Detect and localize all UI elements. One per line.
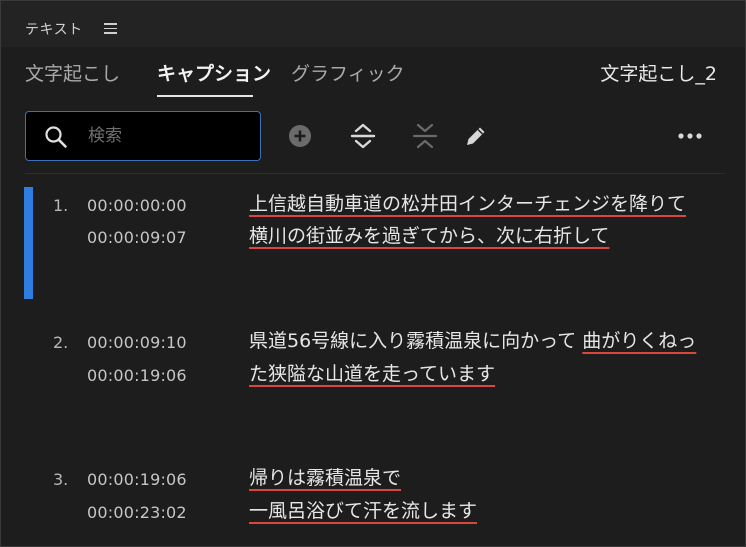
- search-box[interactable]: [25, 111, 261, 161]
- transcript-name[interactable]: 文字起こし_2: [600, 59, 717, 86]
- caption-text-line[interactable]: 帰りは霧積温泉で: [249, 465, 401, 491]
- split-caption-icon[interactable]: [411, 121, 439, 151]
- caption-end-time[interactable]: 00:00:19:06: [87, 366, 187, 385]
- caption-number: 2.: [53, 333, 69, 352]
- caption-text-line[interactable]: た狭隘な山道を走っています: [249, 361, 495, 387]
- edit-icon[interactable]: [463, 123, 489, 149]
- caption-number: 3.: [53, 470, 69, 489]
- caption-start-time[interactable]: 00:00:19:06: [87, 470, 187, 489]
- tab-captions[interactable]: キャプション: [157, 59, 271, 86]
- add-caption-icon[interactable]: [288, 124, 312, 148]
- more-options-icon[interactable]: [677, 129, 703, 143]
- caption-text-line[interactable]: 一風呂浴びて汗を流します: [249, 498, 477, 524]
- caption-text-segment: 県道56号線に入り霧積温泉に向かって: [249, 330, 583, 352]
- caption-number: 1.: [53, 196, 69, 215]
- merge-captions-icon[interactable]: [349, 121, 377, 151]
- tab-transcript[interactable]: 文字起こし: [25, 59, 120, 86]
- caption-text-line[interactable]: 県道56号線に入り霧積温泉に向かって 曲がりくねっ: [249, 328, 696, 354]
- search-input[interactable]: [88, 112, 252, 159]
- caption-start-time[interactable]: 00:00:00:00: [87, 196, 187, 215]
- hamburger-menu-icon[interactable]: [104, 23, 117, 34]
- caption-text-segment-underlined: 曲がりくねっ: [582, 330, 697, 352]
- caption-end-time[interactable]: 00:00:23:02: [87, 503, 187, 522]
- caption-end-time[interactable]: 00:00:09:07: [87, 228, 187, 247]
- search-icon: [45, 126, 67, 148]
- toolbar-divider: [25, 173, 725, 174]
- caption-text-line[interactable]: 上信越自動車道の松井田インターチェンジを降りて: [249, 191, 686, 217]
- active-tab-underline: [157, 95, 253, 97]
- text-panel: テキスト 文字起こし キャプション グラフィック 文字起こし_2 検索 1. 0…: [0, 0, 746, 547]
- panel-header: テキスト: [1, 1, 745, 47]
- tab-graphics[interactable]: グラフィック: [291, 59, 405, 86]
- panel-title: テキスト: [25, 22, 83, 38]
- caption-start-time[interactable]: 00:00:09:10: [87, 333, 187, 352]
- caption-text-line[interactable]: 横川の街並みを過ぎてから、次に右折して: [249, 223, 609, 249]
